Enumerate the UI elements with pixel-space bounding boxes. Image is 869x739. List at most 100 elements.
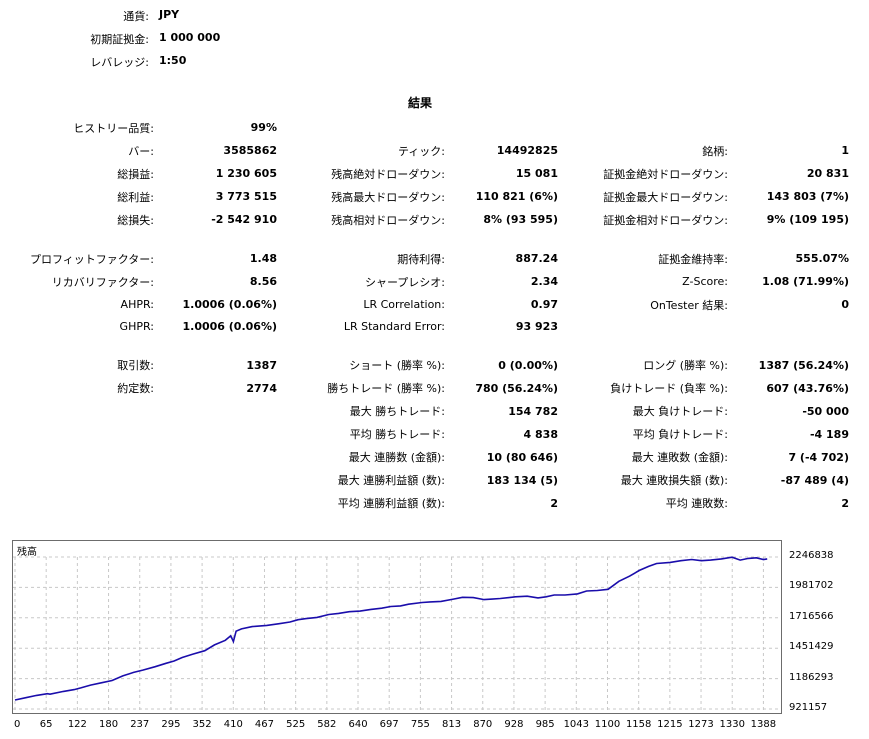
sharpe-label: シャープレシオ: xyxy=(364,276,445,289)
leverage-value: 1:50 xyxy=(159,54,187,67)
x-tick-label: 0 xyxy=(14,719,21,730)
loss-trades-label: 負けトレード (負率 %): xyxy=(610,382,728,395)
profit-trades-value: 780 (56.24%) xyxy=(475,382,558,395)
expected-payoff-value: 887.24 xyxy=(515,252,558,265)
margin-level-label: 証拠金維持率: xyxy=(658,253,728,266)
x-tick-label: 65 xyxy=(39,719,53,730)
largest-profit-label: 最大 勝ちトレード: xyxy=(349,405,445,418)
eq-dd-max-label: 証拠金最大ドローダウン: xyxy=(603,191,728,204)
x-tick-label: 1158 xyxy=(625,719,652,730)
avg-cons-losses-value: 2 xyxy=(841,497,849,510)
x-tick-label: 1215 xyxy=(657,719,683,730)
x-tick-label: 755 xyxy=(410,719,430,730)
profit-trades-label: 勝ちトレード (勝率 %): xyxy=(327,382,445,395)
avg-loss-value: -4 189 xyxy=(809,428,849,441)
symbols-value: 1 xyxy=(841,144,849,157)
history-quality-value: 99% xyxy=(250,121,277,134)
avg-profit-value: 4 838 xyxy=(523,428,558,441)
largest-loss-value: -50 000 xyxy=(802,405,849,418)
deals-value: 2774 xyxy=(246,382,277,395)
zscore-label: Z-Score: xyxy=(682,275,728,288)
x-tick-label: 1100 xyxy=(594,719,621,730)
x-tick-label: 1330 xyxy=(719,719,745,730)
x-tick-label: 697 xyxy=(379,719,399,730)
y-tick-label: 1981702 xyxy=(789,580,834,592)
leverage-label: レバレッジ: xyxy=(90,56,149,69)
ontester-value: 0 xyxy=(841,298,849,311)
x-tick-label: 1043 xyxy=(563,719,590,730)
gross-loss-value: -2 542 910 xyxy=(211,213,277,226)
long-label: ロング (勝率 %): xyxy=(643,359,728,372)
eq-dd-abs-value: 20 831 xyxy=(806,167,849,180)
eq-dd-rel-label: 証拠金相対ドローダウン: xyxy=(603,214,728,227)
symbols-label: 銘柄: xyxy=(702,145,728,158)
avg-cons-losses-label: 平均 連敗数: xyxy=(665,497,728,510)
gross-loss-label: 総損失: xyxy=(117,214,154,227)
short-value: 0 (0.00%) xyxy=(498,359,558,372)
short-label: ショート (勝率 %): xyxy=(349,359,445,372)
y-tick-label: 921157 xyxy=(789,702,828,713)
balance-chart: 残高 xyxy=(12,540,782,714)
deposit-label: 初期証拠金: xyxy=(90,33,149,46)
recovery-factor-label: リカバリファクター: xyxy=(51,276,154,289)
bal-dd-rel-value: 8% (93 595) xyxy=(483,213,558,226)
zscore-value: 1.08 (71.99%) xyxy=(762,275,849,288)
net-profit-value: 1 230 605 xyxy=(215,167,277,180)
x-tick-label: 237 xyxy=(130,719,150,730)
ticks-label: ティック: xyxy=(397,145,445,158)
x-tick-label: 410 xyxy=(223,719,243,730)
lr-corr-value: 0.97 xyxy=(530,298,558,311)
gross-profit-value: 3 773 515 xyxy=(215,190,277,203)
trades-value: 1387 xyxy=(246,359,277,372)
eq-dd-rel-value: 9% (109 195) xyxy=(766,213,849,226)
deals-label: 約定数: xyxy=(117,382,154,395)
bal-dd-rel-label: 残高相対ドローダウン: xyxy=(331,214,445,227)
avg-loss-label: 平均 負けトレード: xyxy=(632,428,728,441)
deposit-value: 1 000 000 xyxy=(159,31,221,44)
ticks-value: 14492825 xyxy=(496,144,558,157)
max-cons-losses-label: 最大 連敗数 (金額): xyxy=(631,451,728,464)
bal-dd-abs-label: 残高絶対ドローダウン: xyxy=(331,168,445,181)
x-tick-label: 582 xyxy=(317,719,337,730)
profit-factor-value: 1.48 xyxy=(249,252,277,265)
results-title: 結果 xyxy=(407,96,432,110)
avg-cons-wins-label: 平均 連勝利益額 (数): xyxy=(337,497,445,510)
y-tick-label: 2246838 xyxy=(789,550,834,561)
avg-profit-label: 平均 勝ちトレード: xyxy=(349,428,445,441)
x-tick-label: 122 xyxy=(67,719,87,730)
max-cons-profit-value: 183 134 (5) xyxy=(486,474,558,487)
gross-profit-label: 総利益: xyxy=(117,191,154,204)
avg-cons-wins-value: 2 xyxy=(550,497,558,510)
currency-value: JPY xyxy=(159,8,180,21)
lr-stderr-value: 93 923 xyxy=(515,320,558,333)
x-tick-label: 928 xyxy=(504,719,524,730)
ghpr-label: GHPR: xyxy=(119,320,154,333)
y-tick-label: 1186293 xyxy=(789,671,834,683)
lr-corr-label: LR Correlation: xyxy=(363,298,445,311)
max-cons-profit-label: 最大 連勝利益額 (数): xyxy=(337,474,445,487)
eq-dd-abs-label: 証拠金絶対ドローダウン: xyxy=(603,168,728,181)
trades-label: 取引数: xyxy=(117,359,154,372)
balance-chart-svg xyxy=(13,556,781,713)
sharpe-value: 2.34 xyxy=(530,275,558,288)
bars-value: 3585862 xyxy=(223,144,277,157)
net-profit-label: 総損益: xyxy=(117,168,154,181)
x-tick-label: 870 xyxy=(473,719,493,730)
max-cons-loss-label: 最大 連敗損失額 (数): xyxy=(620,474,728,487)
ahpr-label: AHPR: xyxy=(120,298,154,311)
bars-label: バー: xyxy=(128,145,154,158)
bal-dd-max-label: 残高最大ドローダウン: xyxy=(331,191,445,204)
loss-trades-value: 607 (43.76%) xyxy=(766,382,849,395)
eq-dd-max-value: 143 803 (7%) xyxy=(766,190,849,203)
ghpr-value: 1.0006 (0.06%) xyxy=(182,320,278,333)
max-cons-losses-value: 7 (-4 702) xyxy=(788,451,849,464)
x-tick-label: 813 xyxy=(442,719,462,730)
lr-stderr-label: LR Standard Error: xyxy=(343,320,445,333)
x-tick-label: 525 xyxy=(286,719,306,730)
bal-dd-max-value: 110 821 (6%) xyxy=(475,190,558,203)
y-tick-label: 1716566 xyxy=(789,610,834,622)
x-tick-label: 1388 xyxy=(750,719,777,730)
largest-loss-label: 最大 負けトレード: xyxy=(632,405,728,418)
ahpr-value: 1.0006 (0.06%) xyxy=(182,298,278,311)
x-tick-label: 467 xyxy=(254,719,275,730)
